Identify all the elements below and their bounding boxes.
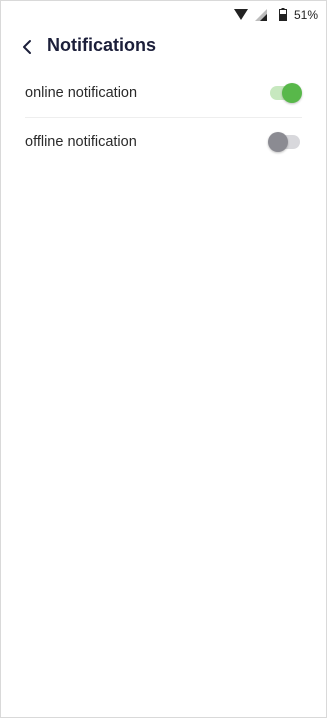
- status-bar: 51%: [1, 1, 326, 29]
- offline-notification-label: offline notification: [25, 134, 137, 150]
- settings-list: online notification offline notification: [25, 69, 302, 166]
- online-notification-label: online notification: [25, 85, 138, 101]
- setting-row-online-notification: online notification: [25, 69, 302, 117]
- setting-row-offline-notification: offline notification: [25, 118, 302, 166]
- chevron-left-icon: [23, 40, 31, 54]
- wifi-icon: [234, 9, 248, 20]
- battery-icon: [279, 8, 287, 21]
- toggle-thumb: [282, 83, 302, 103]
- online-notification-toggle[interactable]: [268, 81, 302, 105]
- battery-percentage: 51%: [294, 8, 319, 22]
- page-title: Notifications: [47, 35, 157, 55]
- cellular-signal-icon: [255, 9, 267, 21]
- app-bar: Notifications: [1, 29, 326, 65]
- back-button[interactable]: [15, 33, 39, 61]
- offline-notification-toggle[interactable]: [268, 130, 302, 154]
- toggle-thumb: [268, 132, 288, 152]
- screen: 51% Notifications online notification of…: [0, 0, 327, 718]
